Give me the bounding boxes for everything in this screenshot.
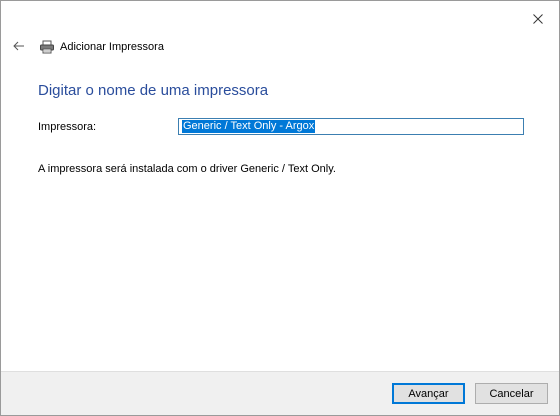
close-button[interactable] xyxy=(527,9,549,29)
printer-name-value: Generic / Text Only - Argox xyxy=(182,120,316,133)
dialog-footer: Avançar Cancelar xyxy=(1,371,559,415)
dialog-title-row: Adicionar Impressora xyxy=(39,39,164,55)
next-button[interactable]: Avançar xyxy=(392,383,465,404)
close-icon xyxy=(533,14,543,24)
add-printer-dialog: Adicionar Impressora Digitar o nome de u… xyxy=(0,0,560,416)
back-arrow-icon xyxy=(13,41,24,51)
page-heading: Digitar o nome de uma impressora xyxy=(38,82,269,99)
dialog-title: Adicionar Impressora xyxy=(60,41,164,53)
cancel-button[interactable]: Cancelar xyxy=(475,383,548,404)
printer-name-label: Impressora: xyxy=(38,121,97,133)
printer-name-input[interactable]: Generic / Text Only - Argox xyxy=(178,118,524,135)
back-button[interactable] xyxy=(11,39,27,53)
driver-info-text: A impressora será instalada com o driver… xyxy=(38,163,336,175)
printer-icon xyxy=(39,39,55,55)
